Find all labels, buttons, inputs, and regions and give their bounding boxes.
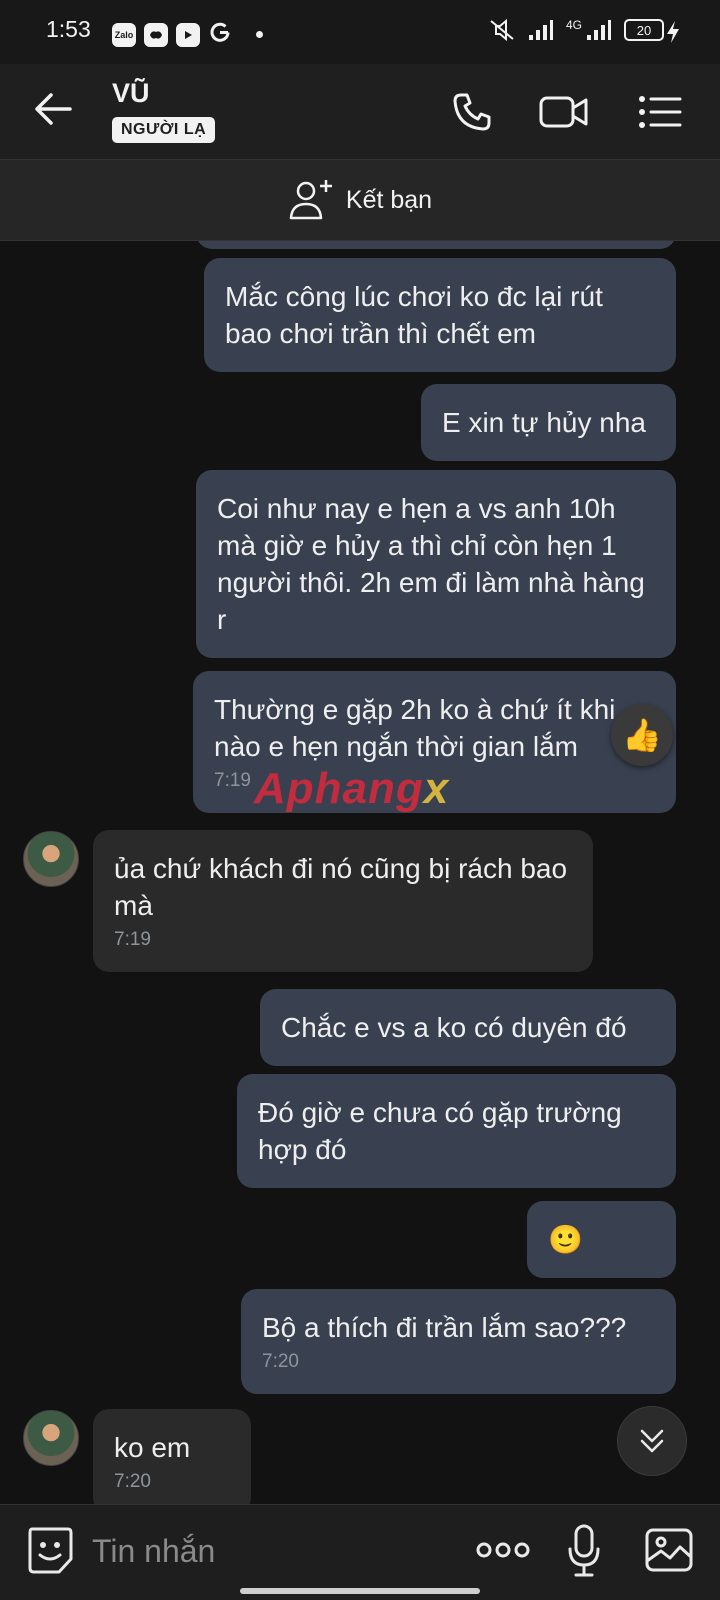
message-bubble[interactable]: Đó giờ e chưa có gặp trường hợp đó [237, 1074, 676, 1188]
video-call-button[interactable] [538, 86, 590, 138]
message-bubble[interactable]: E xin tự hủy nha [421, 384, 676, 461]
contact-name[interactable]: VŨ [112, 78, 150, 109]
chat-options-button[interactable] [634, 86, 686, 138]
message-bubble[interactable]: Chắc e vs a ko có duyên đó [260, 989, 676, 1066]
add-person-icon [289, 180, 332, 220]
message-text: Thường e gặp 2h ko à chứ ít khi nào e hẹ… [214, 694, 616, 762]
ellipsis-icon [476, 1542, 530, 1558]
message-bubble-partial[interactable] [196, 241, 676, 249]
message-time: 7:20 [114, 1471, 151, 1492]
message-bubble[interactable]: ủa chứ khách đi nó cũng bị rách bao mà 7… [93, 830, 593, 972]
sticker-icon [28, 1527, 73, 1574]
message-bubble[interactable]: ko em 7:20 [93, 1409, 251, 1504]
network-type: 4G [565, 18, 582, 32]
google-icon [208, 20, 232, 49]
back-button[interactable] [34, 92, 72, 131]
reaction-badge[interactable]: 👍 [611, 704, 673, 766]
voice-call-button[interactable] [446, 86, 498, 138]
sticker-button[interactable] [26, 1525, 74, 1580]
list-menu-icon [639, 96, 682, 128]
double-chevron-down-icon [640, 1429, 664, 1453]
message-text: E xin tự hủy nha [442, 407, 646, 438]
charging-icon [667, 21, 679, 43]
more-options-button[interactable] [476, 1541, 530, 1564]
video-camera-icon [539, 96, 588, 128]
message-text: Đó giờ e chưa có gặp trường hợp đó [258, 1097, 622, 1165]
status-app-icons: Zalo [112, 20, 263, 49]
voice-message-button[interactable] [566, 1523, 602, 1584]
stranger-badge: NGƯỜI LẠ [112, 117, 216, 143]
avatar[interactable] [23, 1410, 79, 1466]
image-icon [645, 1528, 693, 1572]
chat-header: VŨ NGƯỜI LẠ [0, 64, 720, 159]
signal-icon [528, 20, 553, 40]
add-friend-label: Kết bạn [345, 185, 433, 214]
send-image-button[interactable] [644, 1525, 694, 1580]
avatar[interactable] [23, 831, 79, 887]
more-notifications-dot [256, 31, 263, 38]
signal-icon-2 [587, 20, 611, 40]
message-text: Bộ a thích đi trần lắm sao??? [262, 1312, 627, 1343]
message-time: 7:20 [262, 1351, 299, 1372]
message-time: 7:19 [114, 929, 151, 950]
message-text: Coi như nay e hẹn a vs anh 10h mà giờ e … [217, 493, 645, 635]
emoji-message: 🙂 [548, 1224, 583, 1255]
message-bubble[interactable]: Coi như nay e hẹn a vs anh 10h mà giờ e … [196, 470, 676, 658]
game-icon [144, 22, 168, 47]
message-text: Chắc e vs a ko có duyên đó [281, 1012, 627, 1043]
battery-icon: 20 [624, 19, 664, 41]
zalo-notification-icon: Zalo [112, 22, 136, 47]
message-bubble[interactable]: Mắc công lúc chơi ko đc lại rút bao chơi… [204, 258, 676, 372]
message-bubble[interactable]: 🙂 [527, 1201, 676, 1278]
message-list[interactable]: Mắc công lúc chơi ko đc lại rút bao chơi… [0, 241, 720, 1504]
thumbs-up-icon: 👍 [622, 717, 662, 753]
status-time: 1:53 [46, 16, 91, 42]
message-input[interactable]: Tin nhắn [92, 1533, 215, 1570]
message-bubble[interactable]: Bộ a thích đi trần lắm sao??? 7:20 [241, 1289, 676, 1394]
watermark: Aphangx [254, 764, 450, 813]
message-input-bar: Tin nhắn [0, 1504, 720, 1600]
home-indicator [240, 1588, 480, 1594]
microphone-icon [568, 1524, 600, 1577]
status-bar: 1:53 Zalo 4G 20 [0, 0, 720, 64]
status-indicators: 4G 20 [488, 18, 664, 42]
message-text: ko em [114, 1432, 191, 1463]
arrow-left-icon [35, 93, 72, 125]
message-text: ủa chứ khách đi nó cũng bị rách bao mà [114, 853, 568, 921]
mute-icon [490, 18, 514, 42]
message-text: Mắc công lúc chơi ko đc lại rút bao chơi… [225, 281, 603, 349]
add-friend-button[interactable]: Kết bạn [0, 159, 720, 241]
phone-icon [453, 93, 491, 131]
youtube-icon [176, 22, 200, 47]
scroll-to-bottom-button[interactable] [617, 1406, 687, 1476]
